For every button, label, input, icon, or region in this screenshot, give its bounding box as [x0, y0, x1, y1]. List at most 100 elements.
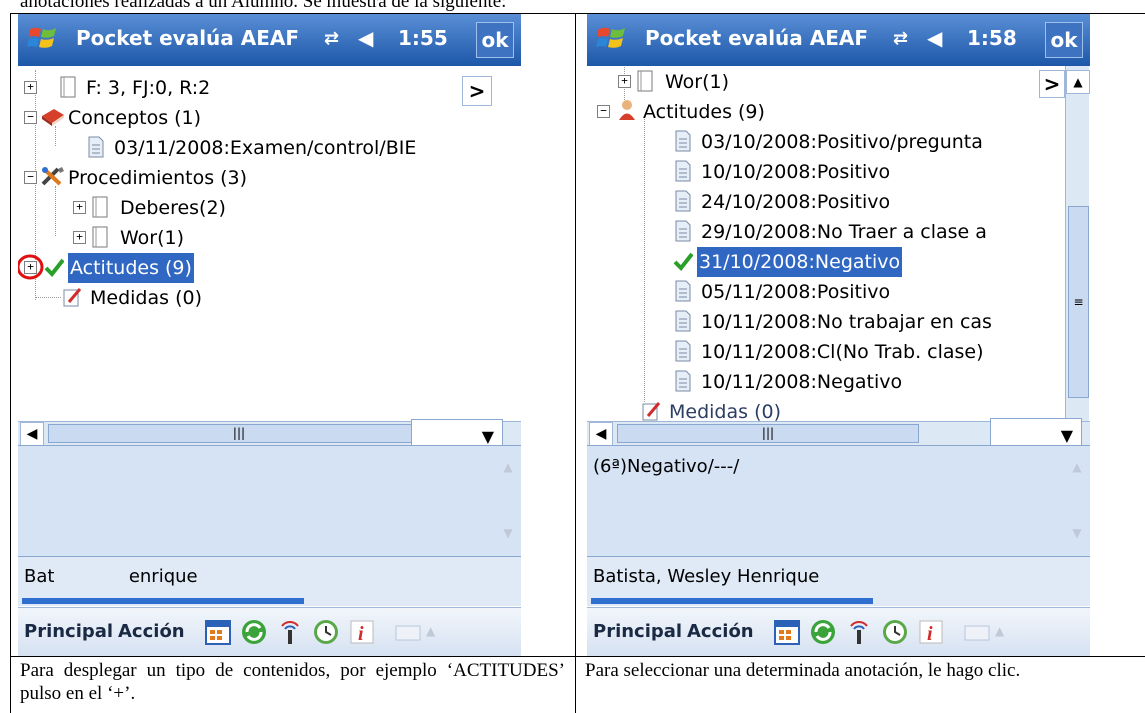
connectivity-icon[interactable]: ⇄ — [324, 28, 339, 49]
expand-icon[interactable]: + — [618, 75, 631, 88]
keyboard-icon[interactable] — [963, 618, 991, 646]
tree-node[interactable]: + Deberes(2) — [18, 192, 228, 222]
tree-view: + F: 3, FJ:0, R:2 − Conceptos (1) 03/11/… — [18, 66, 521, 421]
notebook-icon — [92, 226, 108, 248]
collapse-icon[interactable]: − — [24, 171, 37, 184]
tree-node-label: 03/11/2008:Examen/control/BIE — [114, 136, 417, 159]
wireless-icon[interactable] — [845, 618, 873, 646]
clock[interactable]: 1:55 — [398, 26, 448, 50]
scroll-up-arrow-icon[interactable]: ▲ — [497, 456, 519, 478]
menu-principal[interactable]: Principal — [593, 621, 682, 642]
expand-icon[interactable]: + — [73, 201, 86, 214]
tree-node-label: 10/11/2008:Cl(No Trab. clase) — [701, 340, 984, 363]
tree-node[interactable]: − Actitudes (9) — [587, 96, 767, 126]
tree-node[interactable]: + Wor(1) — [18, 222, 186, 252]
scroll-right-button[interactable]: > — [1039, 70, 1065, 98]
scroll-down-arrow-icon[interactable]: ▼ — [1066, 522, 1088, 544]
collapse-icon[interactable]: − — [24, 111, 37, 124]
document-icon — [675, 310, 691, 332]
menu-principal[interactable]: Principal — [24, 621, 113, 642]
windows-start-icon[interactable] — [595, 22, 629, 56]
document-icon — [675, 280, 691, 302]
tree-node[interactable]: 03/11/2008:Examen/control/BIE — [18, 132, 418, 162]
tree-node[interactable]: + Wor(1) — [587, 66, 731, 96]
scroll-up-arrow-icon[interactable]: ▲ — [1066, 70, 1090, 94]
notebook-icon — [637, 70, 653, 92]
tree-node[interactable]: + Actitudes (9) — [18, 251, 195, 284]
volume-icon[interactable]: ◀ — [358, 26, 373, 50]
calendar-icon[interactable] — [204, 618, 232, 646]
notes-scrollbar[interactable]: ▲ ▼ — [497, 456, 519, 546]
clock[interactable]: 1:58 — [967, 26, 1017, 50]
keyboard-icon[interactable] — [394, 618, 422, 646]
chevron-up-icon[interactable]: ▲ — [426, 624, 435, 638]
student-name: Bat enrique — [24, 566, 198, 587]
title-bar: Pocket evalúa AEAF ⇄ ◀ 1:58 ok — [587, 14, 1090, 66]
scroll-up-arrow-icon[interactable]: ▲ — [1066, 456, 1088, 478]
ok-button[interactable]: ok — [476, 22, 514, 58]
tree-node[interactable]: 10/11/2008:Negativo — [587, 366, 904, 396]
expand-icon[interactable]: + — [24, 81, 37, 94]
menu-accion[interactable]: Acción — [687, 621, 754, 642]
tree-node[interactable]: 03/10/2008:Positivo/pregunta — [587, 126, 985, 156]
sync-icon[interactable] — [809, 618, 837, 646]
notes-panel[interactable]: ▲ ▼ — [18, 445, 521, 556]
tree-node[interactable]: − Procedimientos (3) — [18, 162, 249, 192]
chevron-down-icon: ▼ — [1060, 426, 1073, 445]
app-title: Pocket evalúa AEAF — [76, 26, 300, 50]
tree-node[interactable]: − Conceptos (1) — [18, 102, 203, 132]
volume-icon[interactable]: ◀ — [927, 26, 942, 50]
connectivity-icon[interactable]: ⇄ — [893, 28, 908, 49]
tree-node[interactable]: + F: 3, FJ:0, R:2 — [18, 72, 212, 102]
right-device-screen: Pocket evalúa AEAF ⇄ ◀ 1:58 ok + Wor(1) … — [587, 14, 1090, 656]
info-icon[interactable]: i — [348, 618, 376, 646]
tree-node[interactable]: 24/10/2008:Positivo — [587, 186, 892, 216]
notes-scrollbar[interactable]: ▲ ▼ — [1066, 456, 1088, 546]
collapse-icon[interactable]: − — [597, 105, 610, 118]
scrollbar-thumb[interactable]: ||| — [48, 424, 430, 443]
clock-icon[interactable] — [881, 618, 909, 646]
tree-node-label: Wor(1) — [120, 226, 185, 249]
tree-node[interactable]: 29/10/2008:No Traer a clase a — [587, 216, 989, 246]
student-name-field[interactable]: Bat enrique — [18, 556, 521, 598]
info-icon[interactable]: i — [917, 618, 945, 646]
menu-accion[interactable]: Acción — [118, 621, 185, 642]
tree-connector — [35, 297, 61, 298]
scroll-right-button[interactable]: > — [462, 76, 492, 106]
expand-icon[interactable]: + — [73, 231, 86, 244]
scroll-left-arrow-icon[interactable]: ◀ — [20, 422, 44, 446]
calendar-icon[interactable] — [773, 618, 801, 646]
ok-button[interactable]: ok — [1045, 22, 1083, 58]
document-icon — [675, 130, 691, 152]
scrollbar-thumb[interactable]: ||| — [617, 424, 919, 443]
notes-text: (6ª)Negativo/---/ — [593, 456, 740, 477]
tree-node-label: Wor(1) — [665, 70, 730, 93]
person-icon — [619, 100, 635, 120]
table-middle-border — [575, 13, 576, 713]
tree-node[interactable]: 10/11/2008:Cl(No Trab. clase) — [587, 336, 986, 366]
scroll-left-arrow-icon[interactable]: ◀ — [589, 422, 613, 446]
tree-node[interactable]: 05/11/2008:Positivo — [587, 276, 892, 306]
tree-node[interactable]: Medidas (0) — [587, 396, 783, 421]
clock-icon[interactable] — [312, 618, 340, 646]
vertical-scrollbar[interactable]: ▲ ≡ — [1065, 66, 1090, 421]
progress-bar — [18, 597, 521, 606]
wireless-icon[interactable] — [276, 618, 304, 646]
chevron-up-icon[interactable]: ▲ — [995, 624, 1004, 638]
tree-node-label: Conceptos (1) — [68, 106, 202, 129]
sync-icon[interactable] — [240, 618, 268, 646]
tree-node[interactable]: 10/11/2008:No trabajar en cas — [587, 306, 994, 336]
windows-start-icon[interactable] — [26, 22, 60, 56]
scrollbar-thumb[interactable]: ≡ — [1068, 206, 1089, 398]
svg-text:i: i — [927, 623, 933, 645]
tree-node[interactable]: Medidas (0) — [18, 282, 204, 312]
checkmark-icon — [44, 258, 64, 278]
menu-bar: Principal Acción i ▲ — [587, 607, 1090, 656]
scroll-down-arrow-icon[interactable]: ▼ — [497, 522, 519, 544]
notes-panel[interactable]: (6ª)Negativo/---/ ▲ ▼ — [587, 445, 1090, 556]
student-name-field[interactable]: Batista, Wesley Henrique — [587, 556, 1090, 598]
tree-node[interactable]: 10/10/2008:Positivo — [587, 156, 892, 186]
tree-node[interactable]: 31/10/2008:Negativo — [587, 245, 904, 278]
edit-icon — [63, 288, 82, 307]
tree-node-label: Deberes(2) — [120, 196, 226, 219]
